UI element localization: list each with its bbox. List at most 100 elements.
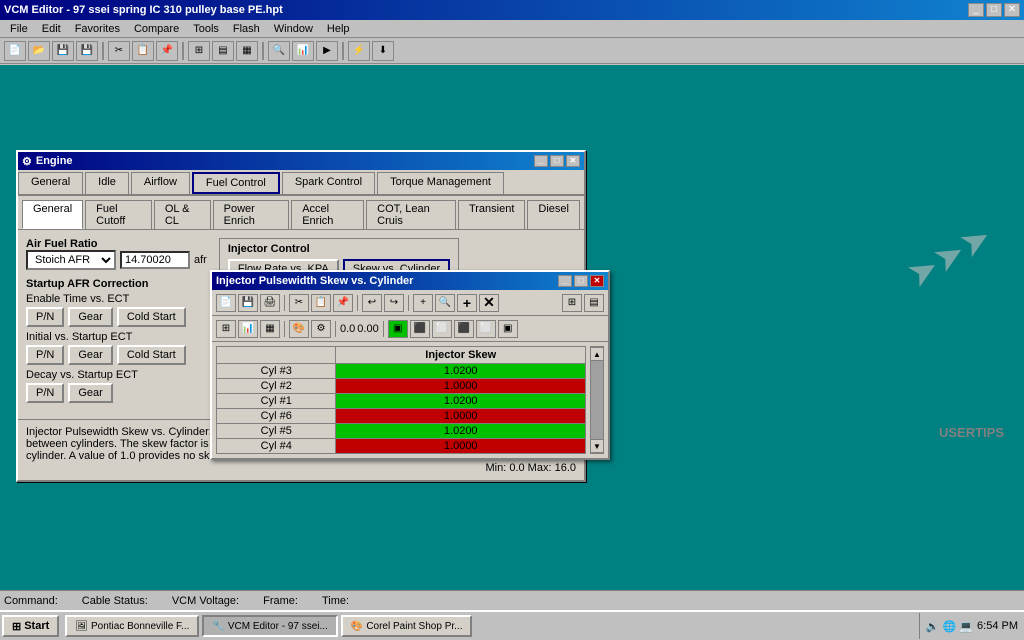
dialog-close[interactable]: ✕ [590,275,604,287]
menu-compare[interactable]: Compare [128,22,185,35]
sub-tab-power-enrich[interactable]: Power Enrich [213,200,290,229]
engine-panel-close[interactable]: ✕ [566,155,580,167]
scroll-up[interactable]: ▲ [590,347,604,361]
tab-general[interactable]: General [18,172,83,194]
engine-panel-minimize[interactable]: _ [534,155,548,167]
dialog-btn-paste[interactable]: 📌 [333,294,353,312]
btn4[interactable]: 🔍 [268,41,290,61]
dialog-btn-chart[interactable]: 📊 [238,320,258,338]
scroll-down[interactable]: ▼ [590,439,604,453]
dialog-btn-new[interactable]: 📄 [216,294,236,312]
dialog-btn-img4[interactable]: ⬜ [476,320,496,338]
pontiac-label: Pontiac Bonneville F... [91,621,189,632]
sub-tab-ol-cl[interactable]: OL & CL [154,200,211,229]
dialog-btn-zoom[interactable]: 🔍 [435,294,455,312]
dialog-btn-add[interactable]: + [413,294,433,312]
menu-window[interactable]: Window [268,22,319,35]
engine-panel-maximize[interactable]: □ [550,155,564,167]
dialog-btn-print[interactable]: 🖨 [260,294,280,312]
dialog-btn-green[interactable]: ▣ [388,320,408,338]
decay-pn-btn[interactable]: P/N [26,383,64,403]
sub-tab-transient[interactable]: Transient [458,200,525,229]
menu-flash[interactable]: Flash [227,22,266,35]
menu-help[interactable]: Help [321,22,356,35]
cut-btn[interactable]: ✂ [108,41,130,61]
afr-value[interactable] [120,251,190,269]
initial-pn-btn[interactable]: P/N [26,345,64,365]
cyl4-value[interactable]: 1.0000 [336,439,586,454]
dialog-btn-img2[interactable]: ⬜ [432,320,452,338]
dialog-btn-minus[interactable]: ✕ [479,294,499,312]
dialog-btn-img3[interactable]: ⬛ [454,320,474,338]
dialog-btn-plus[interactable]: + [457,294,477,312]
initial-label: Initial vs. Startup ECT [26,331,207,343]
sub-tab-cot[interactable]: COT, Lean Cruis [366,200,456,229]
sub-tab-accel-enrich[interactable]: Accel Enrich [291,200,364,229]
dialog-btn-undo[interactable]: ↩ [362,294,382,312]
btn2[interactable]: ▤ [212,41,234,61]
dialog-btn-settings[interactable]: ⚙ [311,320,331,338]
menu-favorites[interactable]: Favorites [69,22,126,35]
scroll-track[interactable] [591,361,603,439]
dialog-btn-img1[interactable]: ⬛ [410,320,430,338]
dialog-btn-grid[interactable]: ⊞ [216,320,236,338]
dialog-btn-cut[interactable]: ✂ [289,294,309,312]
copy-btn[interactable]: 📋 [132,41,154,61]
table-row: Cyl #3 1.0200 [217,364,586,379]
flash-btn[interactable]: ⚡ [348,41,370,61]
enable-cold-start-btn[interactable]: Cold Start [117,307,186,327]
dialog-btn-expand[interactable]: ⊞ [562,294,582,312]
enable-gear-btn[interactable]: Gear [68,307,112,327]
tab-idle[interactable]: Idle [85,172,129,194]
tab-spark-control[interactable]: Spark Control [282,172,375,194]
save-as-btn[interactable]: 💾 [76,41,98,61]
close-btn[interactable]: ✕ [1004,3,1020,17]
dialog-btn-3d[interactable]: ▦ [260,320,280,338]
dialog-maximize[interactable]: □ [574,275,588,287]
save-btn[interactable]: 💾 [52,41,74,61]
enable-pn-btn[interactable]: P/N [26,307,64,327]
btn3[interactable]: ▦ [236,41,258,61]
minimize-btn[interactable]: _ [968,3,984,17]
cyl1-value[interactable]: 1.0200 [336,394,586,409]
table-scrollbar[interactable]: ▲ ▼ [590,346,604,454]
left-column: Air Fuel Ratio Stoich AFR afr Startup AF… [26,238,207,411]
stoich-select[interactable]: Stoich AFR [26,250,116,270]
menu-tools[interactable]: Tools [187,22,225,35]
task-corel[interactable]: 🎨 Corel Paint Shop Pr... [341,615,473,637]
dialog-btn-color[interactable]: 🎨 [289,320,309,338]
new-btn[interactable]: 📄 [4,41,26,61]
menu-file[interactable]: File [4,22,34,35]
initial-cold-start-btn[interactable]: Cold Start [117,345,186,365]
menu-edit[interactable]: Edit [36,22,67,35]
download-btn[interactable]: ⬇ [372,41,394,61]
tab-airflow[interactable]: Airflow [131,172,190,194]
dialog-btn-open[interactable]: 💾 [238,294,258,312]
initial-gear-btn[interactable]: Gear [68,345,112,365]
dialog-btn-redo[interactable]: ↪ [384,294,404,312]
dialog-btn-img5[interactable]: ▣ [498,320,518,338]
dsep1 [284,295,285,311]
cyl2-value[interactable]: 1.0000 [336,379,586,394]
task-vcm[interactable]: 🔧 VCM Editor - 97 ssei... [202,615,337,637]
task-pontiac[interactable]: 🖼 Pontiac Bonneville F... [65,615,199,637]
sub-tab-fuel-cutoff[interactable]: Fuel Cutoff [85,200,152,229]
compare-btn[interactable]: ⊞ [188,41,210,61]
paste-btn[interactable]: 📌 [156,41,178,61]
maximize-btn[interactable]: □ [986,3,1002,17]
dialog-btn-table[interactable]: ▤ [584,294,604,312]
btn5[interactable]: 📊 [292,41,314,61]
open-btn[interactable]: 📂 [28,41,50,61]
decay-gear-btn[interactable]: Gear [68,383,112,403]
sub-tab-general[interactable]: General [22,200,83,229]
cyl6-value[interactable]: 1.0000 [336,409,586,424]
tab-fuel-control[interactable]: Fuel Control [192,172,280,194]
dialog-minimize[interactable]: _ [558,275,572,287]
btn6[interactable]: ▶ [316,41,338,61]
sub-tab-diesel[interactable]: Diesel [527,200,580,229]
dialog-btn-copy[interactable]: 📋 [311,294,331,312]
cyl3-value[interactable]: 1.0200 [336,364,586,379]
cyl5-value[interactable]: 1.0200 [336,424,586,439]
start-button[interactable]: ⊞ Start [2,615,59,637]
tab-torque-mgmt[interactable]: Torque Management [377,172,504,194]
